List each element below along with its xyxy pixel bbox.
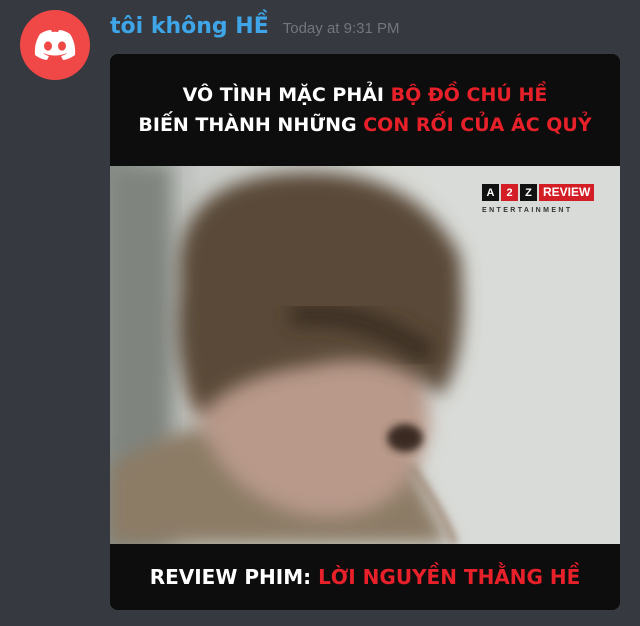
blurred-person-image	[110, 166, 620, 544]
logo-letter-a: A	[482, 184, 499, 201]
user-avatar[interactable]	[20, 10, 90, 80]
logo-review-text: REVIEW	[539, 184, 595, 201]
title-line-2-white: BIẾN THÀNH NHỮNG	[138, 114, 364, 136]
a2z-review-logo: A 2 Z REVIEW ENTERTAINMENT	[482, 184, 595, 214]
logo-letter-z: Z	[520, 184, 537, 201]
title-line-2-red: CON RỐI CỦA ÁC QUỶ	[363, 114, 592, 136]
image-title-band: VÔ TÌNH MẶC PHẢI BỘ ĐỒ CHÚ HỀ BIẾN THÀNH…	[110, 54, 620, 166]
bottom-caption-red: LỜI NGUYỀN THẰNG HỀ	[318, 565, 581, 589]
username[interactable]: tôi không HỀ	[110, 14, 269, 39]
message-header: tôi không HỀ Today at 9:31 PM	[110, 14, 399, 39]
title-line-1-red: BỘ ĐỒ CHÚ HỀ	[390, 84, 548, 106]
image-bottom-band: REVIEW PHIM: LỜI NGUYỀN THẰNG HỀ	[110, 544, 620, 610]
title-line-1: VÔ TÌNH MẶC PHẢI BỘ ĐỒ CHÚ HỀ	[183, 80, 548, 110]
bottom-caption: REVIEW PHIM: LỜI NGUYỀN THẰNG HỀ	[150, 565, 581, 589]
image-attachment[interactable]: VÔ TÌNH MẶC PHẢI BỘ ĐỒ CHÚ HỀ BIẾN THÀNH…	[110, 54, 620, 610]
message-timestamp: Today at 9:31 PM	[282, 20, 400, 37]
logo-letter-2: 2	[501, 184, 518, 201]
bottom-caption-white: REVIEW PHIM:	[149, 565, 319, 589]
video-frame-photo: A 2 Z REVIEW ENTERTAINMENT	[110, 166, 620, 544]
title-line-2: BIẾN THÀNH NHỮNG CON RỐI CỦA ÁC QUỶ	[138, 110, 591, 140]
logo-entertainment-text: ENTERTAINMENT	[482, 207, 573, 214]
title-line-1-white: VÔ TÌNH MẶC PHẢI	[182, 84, 391, 106]
discord-logo-icon	[34, 30, 76, 60]
